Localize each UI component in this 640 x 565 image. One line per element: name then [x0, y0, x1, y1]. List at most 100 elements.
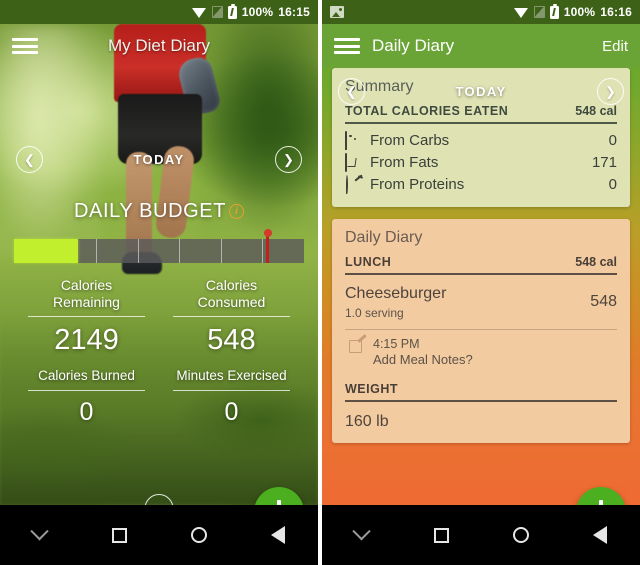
android-nav-bar-left: [0, 505, 318, 565]
hamburger-menu-icon[interactable]: [334, 36, 360, 56]
macro-row-proteins[interactable]: From Proteins 0: [345, 173, 617, 195]
status-bar-right-notifications: [330, 6, 514, 18]
back-triangle-icon[interactable]: [579, 514, 621, 556]
page-title: Daily Diary: [372, 36, 455, 55]
sim-signal-icon: [211, 6, 223, 18]
hero-photo-runner: [0, 24, 318, 505]
stat-label-line1: Calories: [205, 277, 258, 293]
meal-note-text-block: 4:15 PM Add Meal Notes?: [373, 336, 473, 369]
battery-percent-label: 100%: [563, 5, 596, 19]
wifi-icon: [513, 7, 529, 18]
battery-charging-icon: [549, 3, 559, 19]
photo-notification-icon: [330, 6, 344, 18]
hamburger-menu-icon[interactable]: [12, 36, 38, 56]
meal-note-row[interactable]: 4:15 PM Add Meal Notes?: [345, 334, 617, 375]
battery-charging-icon: [227, 3, 237, 19]
macro-value: 0: [608, 175, 617, 193]
stat-calories-consumed: Calories Consumed 548: [159, 277, 304, 366]
recents-square-icon[interactable]: [420, 514, 462, 556]
calorie-budget-progress[interactable]: [14, 229, 304, 263]
home-circle-icon[interactable]: [500, 514, 542, 556]
phone-left-dashboard: 100% 16:15 My Diet Diary ❮ TODAY ❯ DAILY…: [0, 0, 318, 565]
lunch-label: LUNCH: [345, 255, 392, 269]
macro-label: From Carbs: [370, 131, 450, 149]
stat-label: Calories Burned: [38, 368, 135, 384]
macro-row-fats[interactable]: From Fats 171: [345, 151, 617, 173]
back-triangle-icon[interactable]: [257, 514, 299, 556]
recents-square-icon[interactable]: [98, 514, 140, 556]
weight-section-header[interactable]: WEIGHT: [345, 382, 617, 400]
section-divider: [345, 273, 617, 275]
stat-minutes-exercised: Minutes Exercised 0: [159, 368, 304, 428]
status-bar-left-indicators: 100% 16:15: [191, 3, 310, 19]
page-title: My Diet Diary: [107, 36, 210, 55]
daily-diary-card: Daily Diary LUNCH 548 cal Cheeseburger 1…: [332, 219, 630, 443]
current-day-label: TODAY: [133, 151, 185, 167]
stat-calories-burned: Calories Burned 0: [14, 368, 159, 428]
weight-value: 160 lb: [345, 412, 389, 430]
wifi-icon: [191, 7, 207, 18]
chevron-right-icon[interactable]: ❯: [596, 77, 624, 105]
chevron-right-icon[interactable]: ❯: [274, 145, 302, 173]
status-bar-right-indicators: 100% 16:16: [513, 3, 632, 19]
stat-value: 0: [224, 397, 239, 426]
current-day-label: TODAY: [455, 83, 507, 99]
phone-right-diary: 100% 16:16 Daily Diary Edit ❮ TODAY ❯ Su…: [322, 0, 640, 565]
food-serving: 1.0 serving: [345, 306, 404, 320]
stat-label: Calories Consumed: [165, 277, 298, 316]
app-bar-left: My Diet Diary: [0, 24, 318, 68]
sim-signal-icon: [533, 6, 545, 18]
chevron-left-icon[interactable]: ❮: [338, 77, 365, 105]
progress-fill: [14, 239, 78, 263]
budget-goal-marker: [263, 229, 272, 263]
food-entry-row[interactable]: Cheeseburger 1.0 serving 548: [345, 280, 617, 325]
stat-label: Calories Remaining: [20, 277, 153, 316]
day-navigator-left: ❮ TODAY ❯: [0, 130, 318, 188]
battery-percent-label: 100%: [241, 5, 274, 19]
entry-divider: [345, 329, 617, 330]
stat-value: 548: [207, 324, 256, 357]
stat-label-line1: Calories: [60, 277, 113, 293]
daily-budget-title: DAILY BUDGET: [73, 200, 227, 222]
meal-note-time: 4:15 PM: [373, 337, 420, 351]
lunch-calories: 548 cal: [575, 255, 617, 269]
stats-row-secondary: Calories Burned 0 Minutes Exercised 0: [0, 368, 318, 428]
weight-label: WEIGHT: [345, 381, 398, 396]
info-icon[interactable]: i: [229, 204, 245, 219]
day-navigator-right: ❮ TODAY ❯: [322, 68, 640, 114]
stat-value: 0: [79, 397, 94, 426]
status-bar-right: 100% 16:16: [322, 0, 640, 24]
macro-value: 171: [591, 153, 617, 171]
stats-row-primary: Calories Remaining 2149 Calories Consume…: [0, 277, 318, 366]
android-nav-bar-right: [322, 505, 640, 565]
home-circle-icon[interactable]: [178, 514, 220, 556]
status-bar-left: 100% 16:15: [0, 0, 318, 24]
macro-value: 0: [608, 131, 617, 149]
stat-value: 2149: [54, 324, 119, 357]
drumstick-icon: [345, 174, 364, 194]
chevron-left-icon[interactable]: ❮: [16, 145, 43, 173]
chevron-down-icon[interactable]: [341, 514, 383, 556]
bread-slice-icon: [345, 130, 364, 150]
food-calories: 548: [590, 293, 617, 310]
butter-block-icon: [345, 152, 364, 172]
diary-scroll-area[interactable]: Summary TOTAL CALORIES EATEN 548 cal Fro…: [322, 68, 640, 505]
meal-note-prompt: Add Meal Notes?: [373, 352, 473, 367]
edit-button[interactable]: Edit: [602, 38, 628, 55]
macro-label: From Proteins: [370, 175, 465, 193]
clock-label: 16:16: [600, 5, 632, 19]
macro-row-carbs[interactable]: From Carbs 0: [345, 129, 617, 151]
lunch-section-header[interactable]: LUNCH 548 cal: [345, 255, 617, 273]
macro-label: From Fats: [370, 153, 439, 171]
food-name: Cheeseburger: [345, 285, 447, 302]
section-divider: [345, 122, 617, 124]
stat-label-line2: Remaining: [53, 294, 120, 311]
stat-label: Minutes Exercised: [176, 368, 287, 384]
stat-calories-remaining: Calories Remaining 2149: [14, 277, 159, 366]
daily-budget-header: DAILY BUDGET i: [0, 200, 318, 223]
stat-label-line2: Consumed: [197, 294, 266, 311]
chevron-down-icon[interactable]: [19, 514, 61, 556]
meal-note-edit-icon: [349, 334, 367, 354]
screenshot-root: 100% 16:15 My Diet Diary ❮ TODAY ❯ DAILY…: [0, 0, 640, 565]
